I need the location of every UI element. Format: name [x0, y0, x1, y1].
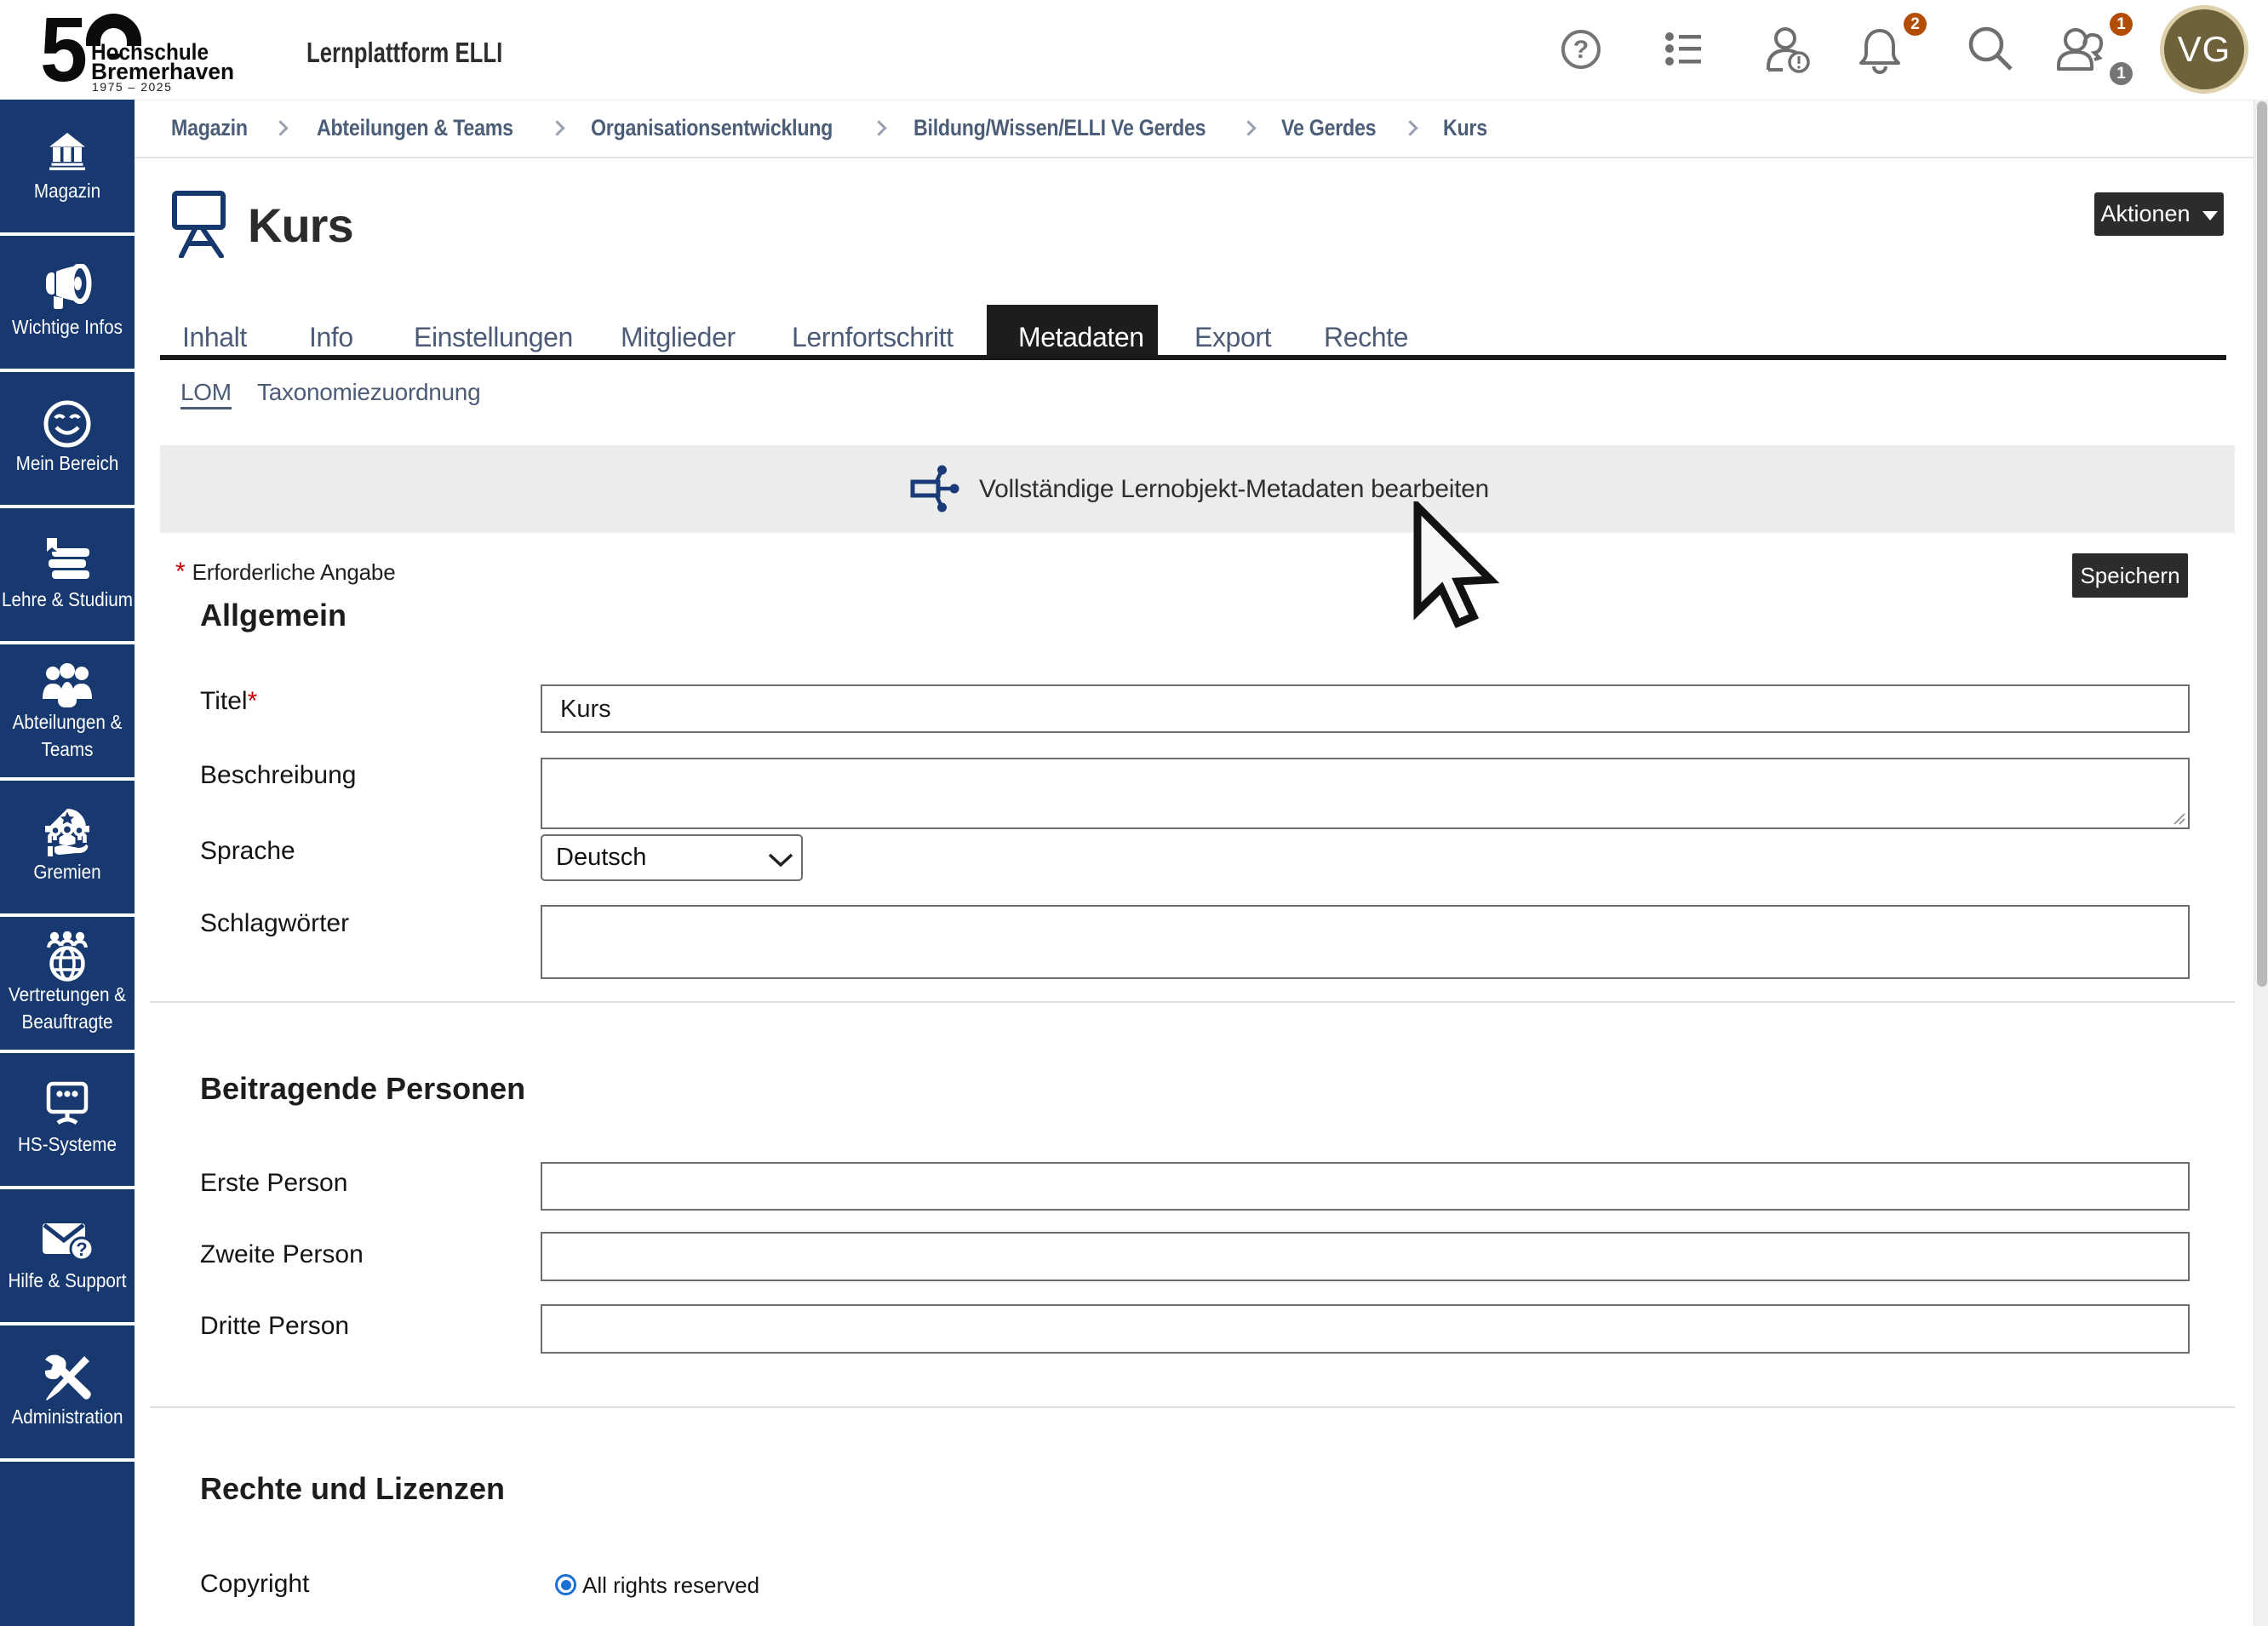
svg-text:1975 – 2025: 1975 – 2025 [92, 80, 172, 94]
svg-text:5: 5 [40, 10, 88, 95]
svg-text:?: ? [1573, 36, 1589, 64]
